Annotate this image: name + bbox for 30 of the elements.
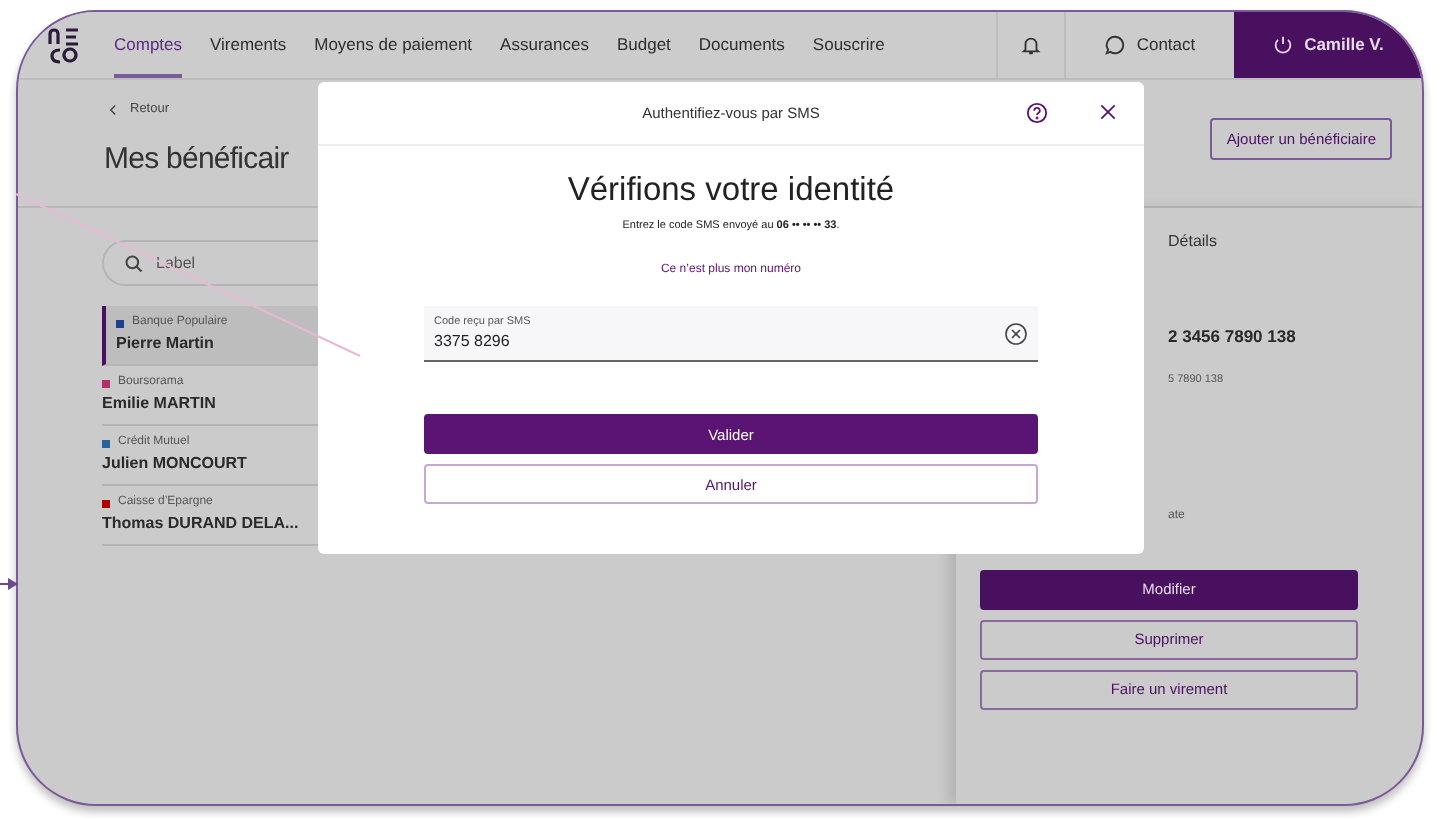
nav-tab[interactable]: Comptes bbox=[114, 12, 183, 78]
search-icon bbox=[124, 253, 144, 273]
nav-tab[interactable]: Assurances bbox=[500, 12, 589, 78]
logo-icon bbox=[44, 25, 84, 65]
leader-line bbox=[0, 578, 18, 590]
code-input[interactable]: 3375 8296 bbox=[434, 330, 674, 353]
bell-icon bbox=[1020, 34, 1042, 56]
close-icon bbox=[1098, 102, 1118, 122]
help-icon bbox=[1026, 102, 1048, 124]
iban-value: 2 3456 7890 138 bbox=[1168, 324, 1296, 348]
page-title: Mes bénéficair bbox=[104, 139, 289, 180]
chat-bubble-icon bbox=[1104, 34, 1127, 56]
beneficiary-name: Pierre Martin bbox=[116, 332, 216, 356]
beneficiary-name: Julien MONCOURT bbox=[102, 452, 249, 476]
details-heading: Détails bbox=[1168, 232, 1217, 252]
user-account-button[interactable]: Camille V. bbox=[1234, 12, 1422, 78]
search-input[interactable]: Label bbox=[156, 251, 316, 275]
beneficiary-name: Emilie MARTIN bbox=[102, 392, 218, 416]
help-button[interactable] bbox=[1026, 102, 1048, 124]
power-icon bbox=[1272, 34, 1295, 56]
beneficiary-name: Thomas DURAND DELA... bbox=[102, 512, 301, 536]
nav-tab[interactable]: Virements bbox=[210, 12, 287, 78]
nav-tab[interactable]: Budget bbox=[616, 12, 671, 78]
chevron-left-icon bbox=[108, 103, 118, 116]
nav-tab[interactable]: Documents bbox=[698, 12, 785, 78]
clear-icon[interactable] bbox=[1004, 321, 1028, 346]
nav-tab[interactable]: Moyens de paiement bbox=[314, 12, 473, 78]
close-button[interactable] bbox=[1098, 102, 1118, 122]
nav-tab[interactable]: Souscrire bbox=[812, 12, 885, 78]
dialog-heading: Vérifions votre identité bbox=[567, 170, 895, 210]
